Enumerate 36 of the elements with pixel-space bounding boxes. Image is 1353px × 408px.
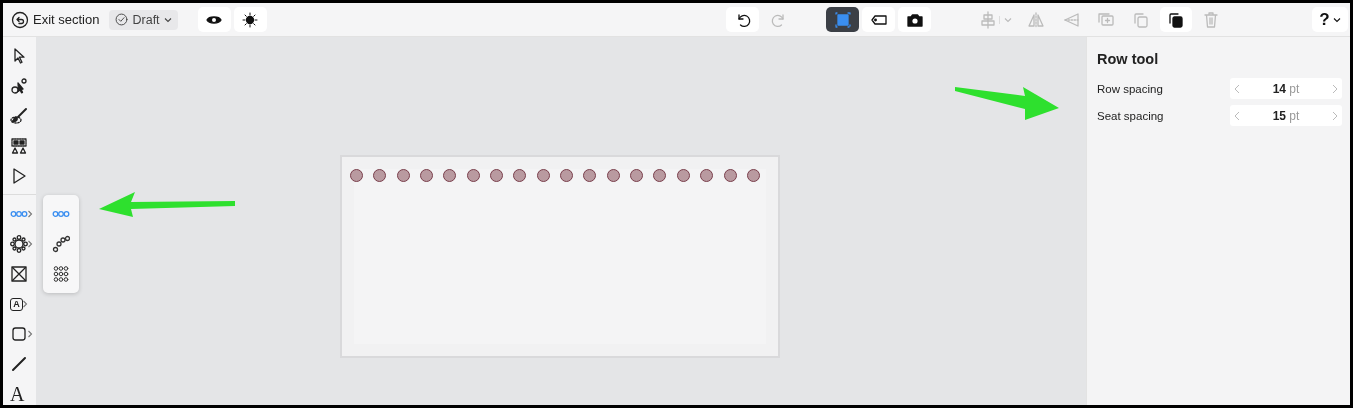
help-button[interactable]: ?: [1312, 7, 1348, 32]
check-circle-icon: [115, 13, 129, 26]
exit-section-button[interactable]: Exit section: [9, 8, 102, 31]
paste-button[interactable]: [1160, 7, 1192, 32]
copy-icon: [1097, 10, 1115, 29]
preview-button[interactable]: [197, 7, 231, 32]
text-area-icon: A: [10, 297, 23, 311]
chevron-icon: [163, 15, 172, 24]
sun-icon: [241, 10, 260, 29]
field-label: Seat spacing: [1097, 109, 1164, 122]
flip-icon: [1027, 10, 1045, 29]
chevron-icon: [998, 15, 1012, 24]
tool-button[interactable]: A: [3, 289, 36, 319]
number-stepper[interactable]: 15 pt: [1230, 105, 1342, 126]
chevron-icon: [1332, 15, 1341, 24]
tool-button[interactable]: A: [3, 379, 36, 405]
align-icon: [978, 10, 997, 29]
mode-button[interactable]: [898, 7, 931, 32]
number-stepper[interactable]: 14 pt: [1230, 78, 1342, 99]
field-label: Row spacing: [1097, 82, 1163, 95]
back-circle-icon: [11, 10, 29, 29]
paste-icon: [1167, 10, 1185, 29]
increase-icon: [1332, 83, 1338, 94]
mode-button[interactable]: [862, 7, 895, 32]
increase-icon: [1332, 110, 1338, 121]
theme-button[interactable]: [233, 7, 267, 32]
seat-selection-icon: [833, 10, 852, 29]
decrease-icon: [1234, 110, 1240, 121]
status-dropdown[interactable]: Draft: [109, 9, 178, 30]
duplicate-icon: [1132, 10, 1150, 29]
decrease-icon: [1234, 83, 1240, 94]
panel-title: Row tool: [1097, 51, 1160, 67]
undo-button[interactable]: [726, 7, 759, 32]
mode-button[interactable]: [826, 7, 859, 32]
text-icon: A: [10, 384, 25, 404]
trash-icon: [1202, 10, 1220, 29]
